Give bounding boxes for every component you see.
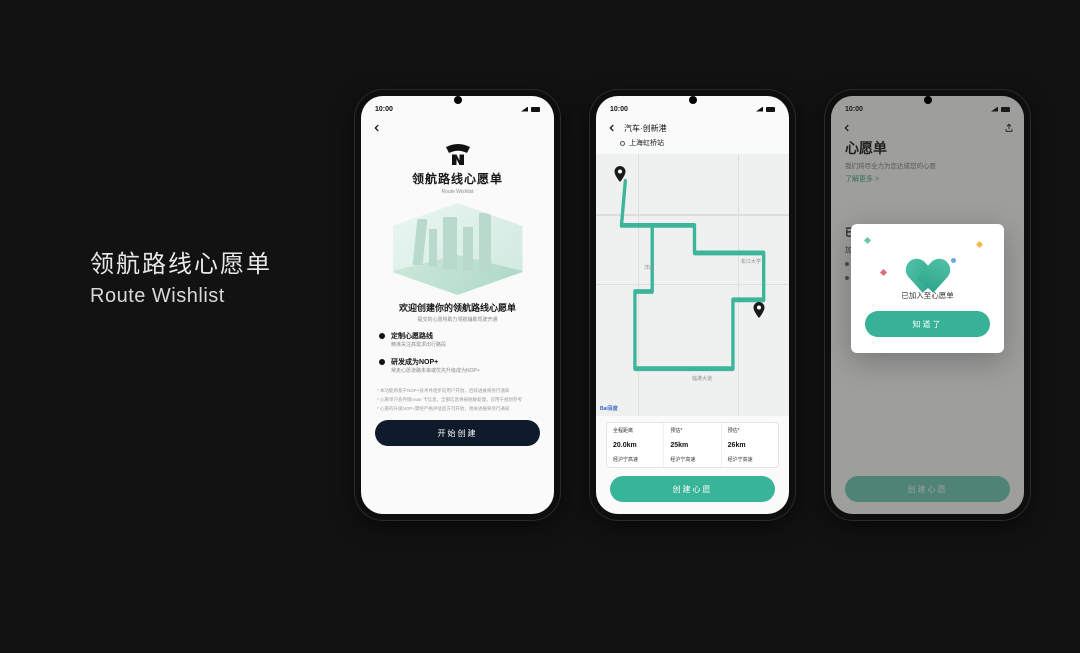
modal-message: 已加入至心愿单: [865, 290, 990, 301]
slide-title-cn: 领航路线心愿单: [90, 244, 272, 279]
bullet-dot-icon: [379, 333, 385, 339]
camera-notch: [454, 96, 462, 104]
origin-label[interactable]: 汽车·创新港: [624, 123, 667, 134]
city-illustration: [393, 203, 523, 295]
map-pin-dest-icon: [753, 302, 765, 318]
camera-notch: [689, 96, 697, 104]
back-icon[interactable]: [371, 122, 383, 134]
confetti-icon: [950, 257, 957, 264]
map-view[interactable]: 洋山 松江大学 临港大道 Bai百度: [596, 154, 789, 416]
bullet-1-title: 定制心愿路线: [391, 331, 446, 341]
bullet-dot-icon: [379, 359, 385, 365]
disclaimer-1: * 本功能将基于NOP+技术并逐步向用户开放，后续进展将另行通知: [377, 388, 509, 393]
map-label: 临港大道: [692, 375, 712, 382]
bullet-2-title: 研发成为NOP+: [391, 357, 480, 367]
stat-1[interactable]: 全程距离 20.0km 经沪宁高速: [607, 423, 664, 467]
welcome-title: 欢迎创建你的领航路线心愿单: [361, 301, 554, 314]
map-label: 松江大学: [741, 258, 761, 265]
destination-row[interactable]: 上海虹桥站: [596, 138, 789, 154]
back-icon[interactable]: [606, 122, 618, 134]
map-provider-logo: Bai百度: [600, 405, 618, 412]
battery-icon: [531, 107, 540, 112]
page-subtitle: Route Wishlist: [361, 189, 554, 195]
create-wish-button[interactable]: 创建心愿: [610, 476, 775, 502]
destination-label: 上海虹桥站: [629, 138, 664, 148]
start-create-button[interactable]: 开始创建: [375, 420, 540, 446]
slide-titles: 领航路线心愿单 Route Wishlist: [90, 244, 272, 308]
top-nav: 汽车·创新港: [596, 118, 789, 138]
bullet-1-desc: 精准关注高需求出行路段: [391, 342, 446, 349]
phone-1: 10:00 领航路线心愿单 Route Wishlist: [355, 90, 560, 520]
stat-3[interactable]: 预估* 26km 经沪宁高速: [722, 423, 778, 467]
bullet-1: 定制心愿路线 精准关注高需求出行路段: [379, 331, 536, 349]
confetti-icon: [976, 241, 983, 248]
signal-icon: [521, 107, 528, 112]
stat-2[interactable]: 预估* 25km 经沪宁高速: [664, 423, 721, 467]
slide-title-en: Route Wishlist: [90, 285, 272, 308]
disclaimer-3: * 心愿的升级NOP+需经严格评估后方可开放，相关进展将另行通知: [377, 406, 538, 413]
camera-notch: [924, 96, 932, 104]
phone-3: 10:00 心愿单 我们将尽全力为您达成您的心愿 了解更多 > 已创建: [825, 90, 1030, 520]
status-time: 10:00: [610, 106, 628, 113]
bullet-2-desc: 常走心愿道路未来或优先升级成为NOP+: [391, 368, 480, 375]
disclaimer-2: * 心愿单只会存储route 卡信息，全部信息将被脱敏处理，仅用于规划参考: [377, 397, 538, 404]
route-stats: 全程距离 20.0km 经沪宁高速 预估* 25km 经沪宁高速 预估* 26k…: [606, 422, 779, 468]
success-modal: 已加入至心愿单 知道了: [851, 224, 1004, 353]
location-dot-icon: [620, 141, 625, 146]
signal-icon: [756, 107, 763, 112]
disclaimer-block: * 本功能将基于NOP+技术并逐步向用户开放，后续进展将另行通知 * 心愿单只会…: [361, 382, 554, 412]
page-title: 领航路线心愿单: [361, 170, 554, 187]
bullet-2: 研发成为NOP+ 常走心愿道路未来或优先升级成为NOP+: [379, 357, 536, 375]
confetti-icon: [864, 237, 871, 244]
modal-confirm-button[interactable]: 知道了: [865, 311, 990, 337]
welcome-subtitle: 提交的心愿将助力领航辅助驾驶开通: [361, 316, 554, 323]
confetti-icon: [880, 269, 887, 276]
top-nav: [361, 118, 554, 138]
phone-2: 10:00 汽车·创新港 上海虹桥站: [590, 90, 795, 520]
status-time: 10:00: [375, 106, 393, 113]
brand-logo: [443, 144, 473, 168]
heart-icon: [908, 246, 948, 282]
battery-icon: [766, 107, 775, 112]
map-label: 洋山: [644, 264, 654, 271]
map-pin-origin-icon: [614, 166, 626, 182]
